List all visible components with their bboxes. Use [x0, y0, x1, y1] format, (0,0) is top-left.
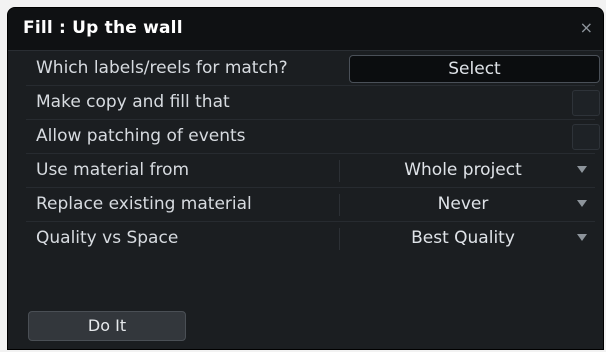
use-material-from-dropdown[interactable]: Whole project: [358, 160, 568, 180]
chevron-down-icon[interactable]: [577, 234, 587, 241]
do-it-button[interactable]: Do It: [28, 311, 186, 341]
row-labels-reels: Which labels/reels for match? Select: [8, 52, 603, 86]
select-button[interactable]: Select: [349, 55, 600, 83]
column-divider: [339, 160, 340, 182]
quality-vs-space-dropdown[interactable]: Best Quality: [358, 228, 568, 248]
column-divider: [339, 228, 340, 250]
row-allow-patching: Allow patching of events: [8, 120, 603, 154]
labels-reels-label: Which labels/reels for match?: [36, 58, 288, 78]
chevron-down-icon[interactable]: [577, 166, 587, 173]
fill-dialog: Fill : Up the wall × Which labels/reels …: [7, 7, 604, 350]
dialog-title: Fill : Up the wall: [23, 18, 183, 38]
quality-vs-space-label: Quality vs Space: [36, 228, 179, 248]
row-replace-existing[interactable]: Replace existing material Never: [8, 188, 603, 222]
make-copy-label: Make copy and fill that: [36, 92, 230, 112]
chevron-down-icon[interactable]: [577, 200, 587, 207]
allow-patching-checkbox[interactable]: [572, 124, 600, 150]
dialog-titlebar[interactable]: Fill : Up the wall ×: [8, 8, 603, 51]
column-divider: [339, 194, 340, 216]
row-use-material-from[interactable]: Use material from Whole project: [8, 154, 603, 188]
row-make-copy: Make copy and fill that: [8, 86, 603, 120]
allow-patching-label: Allow patching of events: [36, 126, 246, 146]
make-copy-checkbox[interactable]: [572, 90, 600, 116]
close-icon[interactable]: ×: [580, 19, 593, 37]
row-quality-vs-space[interactable]: Quality vs Space Best Quality: [8, 222, 603, 256]
replace-existing-dropdown[interactable]: Never: [358, 194, 568, 214]
replace-existing-label: Replace existing material: [36, 194, 252, 214]
use-material-from-label: Use material from: [36, 160, 190, 180]
